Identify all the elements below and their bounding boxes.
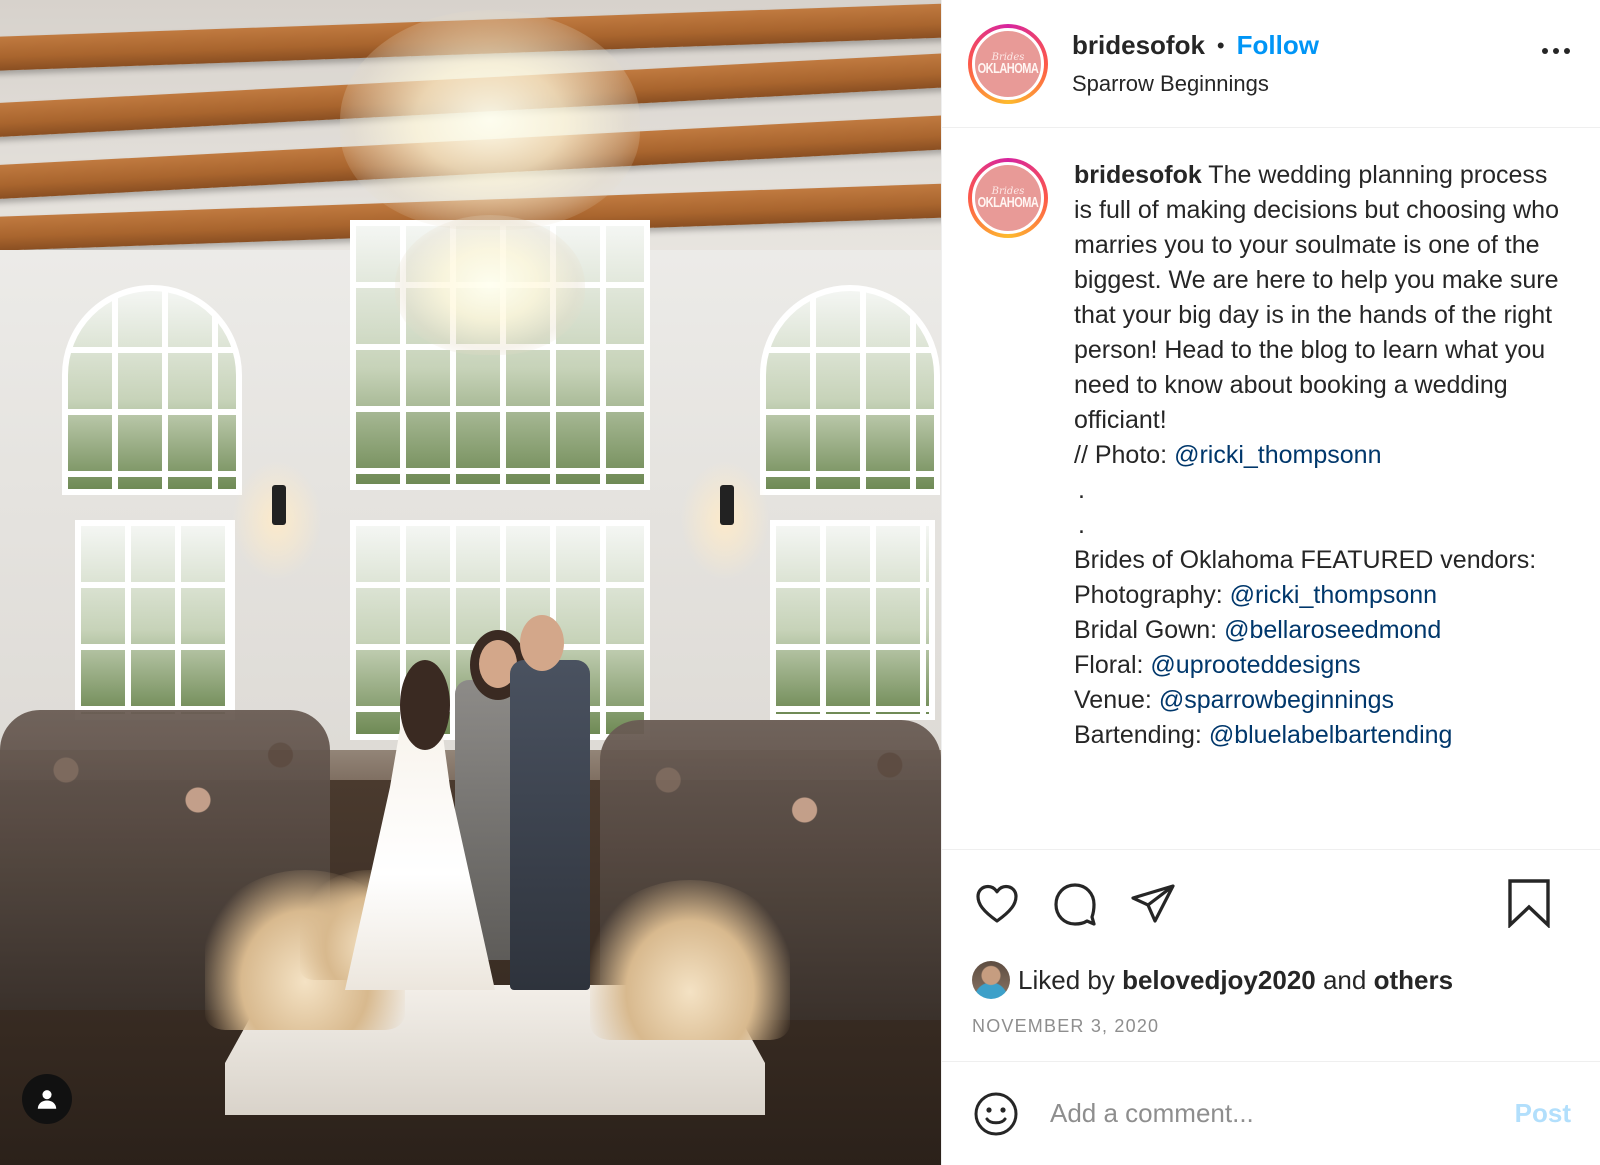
mention-link[interactable]: @ricki_thompsonn (1230, 581, 1437, 609)
action-bar (942, 850, 1600, 958)
separator-dot: • (1216, 32, 1225, 58)
wall-sconce (720, 485, 734, 525)
likes-summary: Liked by belovedjoy2020 and others (942, 958, 1600, 1002)
comment-bubble-icon[interactable] (1050, 879, 1100, 929)
post-sidebar: Brides OKLAHOMA bridesofok • Follow Spar… (941, 0, 1600, 1165)
comment-input[interactable] (1050, 1098, 1515, 1129)
post-date[interactable]: NOVEMBER 3, 2020 (942, 1016, 1600, 1037)
caption-prefix: Floral: (1074, 651, 1151, 679)
brides-oklahoma-logo: Brides OKLAHOMA (972, 162, 1044, 234)
logo-main-text: OKLAHOMA (977, 195, 1039, 211)
caption-prefix: Bridal Gown: (1074, 616, 1225, 644)
caption-line: Venue: @sparrowbeginnings (1074, 683, 1570, 718)
smiley-icon[interactable] (972, 1090, 1020, 1138)
caption-line: . (1078, 511, 1085, 539)
author-username[interactable]: bridesofok (1072, 30, 1205, 61)
mention-link[interactable]: @ricki_thompsonn (1174, 441, 1381, 469)
chandelier (395, 215, 585, 355)
caption-line: // Photo: @ricki_thompsonn (1074, 438, 1570, 473)
caption-username[interactable]: bridesofok (1074, 161, 1202, 189)
author-avatar[interactable]: Brides OKLAHOMA (968, 23, 1048, 104)
liker-avatar[interactable] (972, 961, 1010, 999)
chandelier (340, 10, 640, 230)
caption-prefix: Venue: (1074, 686, 1159, 714)
user-tag-icon[interactable] (22, 1074, 72, 1124)
more-options-icon[interactable] (1542, 48, 1570, 54)
caption-line: Bartending: @bluelabelbartending (1074, 718, 1570, 753)
caption-prefix: Bartending: (1074, 721, 1209, 749)
caption-line: Bridal Gown: @bellaroseedmond (1074, 613, 1570, 648)
glass-door (770, 520, 935, 720)
groom-face (520, 615, 564, 671)
wall-sconce (272, 485, 286, 525)
post-photo[interactable] (0, 0, 941, 1165)
liker-username[interactable]: belovedjoy2020 (1122, 965, 1316, 996)
author-line: bridesofok • Follow (1072, 30, 1319, 61)
heart-icon[interactable] (972, 879, 1022, 929)
caption-line: Brides of Oklahoma FEATURED vendors: (1074, 546, 1537, 574)
caption-prefix: Photography: (1074, 581, 1230, 609)
groom (510, 660, 590, 990)
likes-others-link[interactable]: others (1374, 965, 1453, 996)
caption-line: Photography: @ricki_thompsonn (1074, 578, 1570, 613)
caption-line: Floral: @uprooteddesigns (1074, 648, 1570, 683)
caption-avatar[interactable]: Brides OKLAHOMA (968, 158, 1048, 238)
caption-prefix: // Photo: (1074, 441, 1175, 469)
caption-body: The wedding planning process is full of … (1074, 161, 1559, 434)
glass-door (75, 520, 235, 720)
instagram-post: Brides OKLAHOMA bridesofok • Follow Spar… (0, 0, 1600, 1165)
caption-line: bridesofok The wedding planning process … (1074, 158, 1570, 438)
caption-section: Brides OKLAHOMA bridesofok The wedding p… (942, 128, 1600, 850)
arched-window (62, 285, 242, 495)
likes-prefix: Liked by (1018, 964, 1115, 995)
mention-link[interactable]: @bellaroseedmond (1224, 616, 1441, 644)
mention-link[interactable]: @bluelabelbartending (1209, 721, 1453, 749)
location-link[interactable]: Sparrow Beginnings (1072, 71, 1319, 97)
logo-main-text: OKLAHOMA (977, 60, 1039, 77)
post-header: Brides OKLAHOMA bridesofok • Follow Spar… (942, 0, 1600, 128)
post-comment-button[interactable]: Post (1515, 1098, 1571, 1129)
mention-link[interactable]: @uprooteddesigns (1150, 651, 1360, 679)
bookmark-icon[interactable] (1506, 878, 1556, 929)
mention-link[interactable]: @sparrowbeginnings (1159, 686, 1394, 714)
caption-line: . (1078, 476, 1085, 504)
comment-bar: Post (942, 1061, 1600, 1165)
brides-oklahoma-logo: Brides OKLAHOMA (972, 27, 1044, 100)
follow-button[interactable]: Follow (1237, 30, 1319, 61)
bride-hair (400, 660, 450, 750)
paper-plane-icon[interactable] (1128, 879, 1178, 929)
header-text: bridesofok • Follow Sparrow Beginnings (1072, 30, 1319, 97)
caption-text: bridesofok The wedding planning process … (1074, 158, 1570, 849)
pampas-grass (590, 880, 790, 1040)
arched-window (760, 285, 940, 495)
likes-and: and (1322, 964, 1367, 995)
